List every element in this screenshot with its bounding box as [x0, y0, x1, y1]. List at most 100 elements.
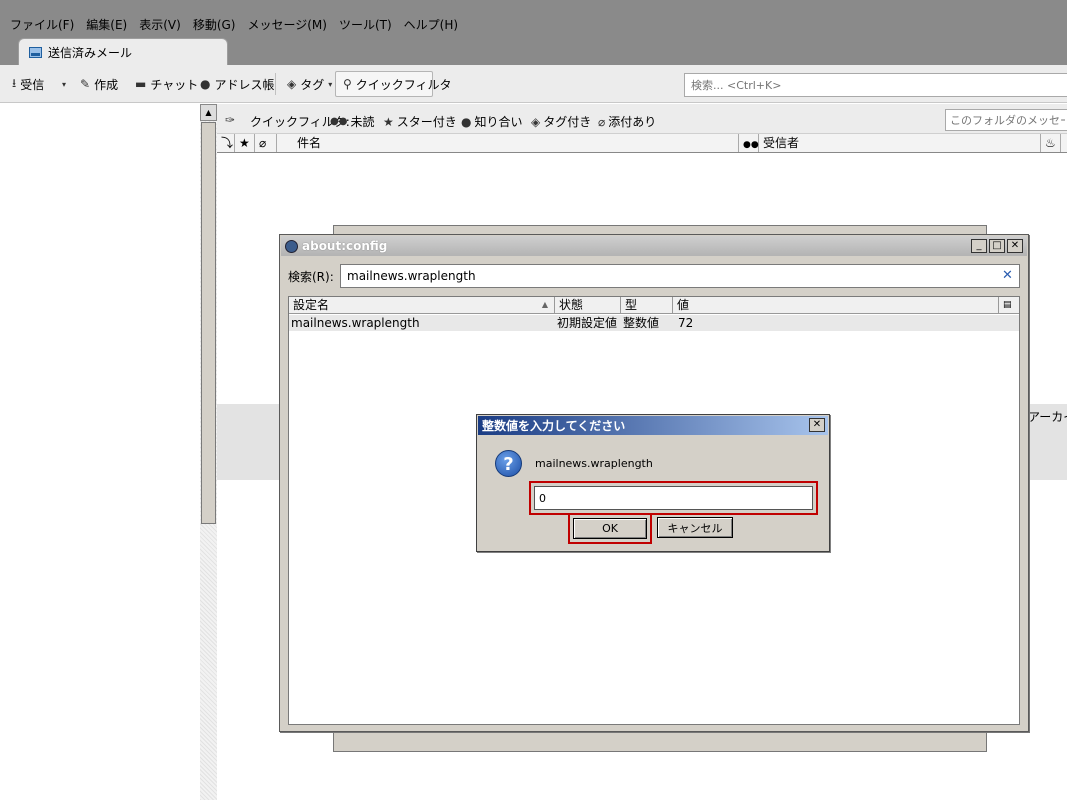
menu-go[interactable]: 移動(G) — [187, 14, 242, 34]
menu-bar: ファイル(F) 編集(E) 表示(V) 移動(G) メッセージ(M) ツール(T… — [4, 14, 464, 34]
column-value-label: 値 — [677, 298, 690, 312]
archive-button-fragment[interactable]: アーカイ — [1028, 408, 1067, 425]
menu-help[interactable]: ヘルプ(H) — [398, 14, 464, 34]
chevron-down-icon: ▾ — [62, 79, 67, 89]
filter-unread-button[interactable]: ●● 未読 — [330, 113, 374, 130]
column-status-label: 状態 — [559, 298, 584, 312]
minimize-button[interactable]: _ — [971, 239, 987, 253]
scrollbar-thumb[interactable] — [201, 122, 216, 524]
cancel-button[interactable]: キャンセル — [657, 517, 733, 538]
column-value[interactable]: 値 — [673, 297, 999, 313]
unread-dot-icon: ●● — [743, 140, 759, 150]
chat-icon: ▬ — [135, 77, 147, 91]
folder-icon — [29, 47, 42, 58]
recipient-column-label: 受信者 — [763, 136, 800, 150]
highlight-frame-input — [529, 481, 818, 515]
question-icon: ? — [495, 450, 522, 477]
star-icon: ★ — [239, 136, 250, 150]
clear-search-icon[interactable]: ✕ — [1002, 268, 1013, 283]
pin-icon: ✑ — [225, 113, 236, 127]
maximize-button[interactable]: □ — [989, 239, 1005, 253]
pencil-icon: ✎ — [80, 77, 91, 91]
menu-view[interactable]: 表示(V) — [133, 14, 187, 34]
menu-file[interactable]: ファイル(F) — [4, 14, 80, 34]
folder-pane[interactable] — [0, 104, 200, 800]
table-row[interactable]: mailnews.wraplength 初期設定値 整数値 72 — [289, 315, 1019, 331]
scroll-up-arrow-icon[interactable]: ▲ — [200, 104, 217, 121]
filter-starred-button[interactable]: ★ スター付き — [383, 113, 457, 130]
unread-column-header[interactable]: ●● — [739, 134, 759, 152]
tab-sent-mail[interactable]: 送信済みメール — [18, 38, 228, 66]
paperclip-icon: ⌀ — [598, 114, 606, 129]
prompt-titlebar[interactable]: 整数値を入力してください ✕ — [478, 416, 828, 435]
get-mail-label: 受信 — [20, 77, 45, 92]
tag-icon: ◈ — [531, 114, 541, 129]
filter-tags-button[interactable]: ◈ タグ付き — [531, 113, 591, 130]
toolbar-separator — [275, 73, 276, 95]
person-icon: ● — [461, 114, 472, 129]
integer-value-input[interactable] — [534, 486, 813, 510]
menu-edit[interactable]: 編集(E) — [80, 14, 133, 34]
column-type[interactable]: 型 — [621, 297, 673, 313]
address-book-label: アドレス帳 — [214, 77, 275, 92]
attachment-column-header[interactable]: ⌀ — [255, 134, 277, 152]
chat-button[interactable]: ▬ チャット — [135, 75, 198, 93]
column-picker-icon[interactable]: ▤ — [999, 297, 1019, 313]
star-icon: ★ — [383, 114, 394, 129]
sticky-filter-pin[interactable]: ✑ — [225, 113, 235, 127]
filter-attachment-label: 添付あり — [608, 115, 657, 129]
menu-tools[interactable]: ツール(T) — [333, 14, 398, 34]
get-mail-dropdown[interactable]: ▾ — [62, 75, 66, 93]
column-type-label: 型 — [625, 298, 638, 312]
chat-label: チャット — [150, 77, 199, 92]
aboutconfig-titlebar[interactable]: about:config _ □ ✕ — [281, 236, 1027, 256]
tab-label: 送信済みメール — [48, 46, 133, 60]
aboutconfig-search-label: 検索(R): — [288, 270, 334, 284]
address-book-button[interactable]: ● アドレス帳 — [200, 75, 275, 93]
quick-filter-label: クイックフィルタ — [355, 77, 452, 92]
window-controls: _ □ ✕ — [971, 239, 1023, 253]
person-icon: ● — [200, 77, 211, 91]
prompt-title: 整数値を入力してください — [482, 419, 626, 433]
global-search-input[interactable] — [684, 73, 1067, 97]
filter-contact-button[interactable]: ● 知り合い — [461, 113, 523, 130]
magnifier-icon: ⚲ — [343, 77, 352, 91]
chevron-down-icon: ▾ — [328, 79, 333, 89]
thunderbird-icon — [285, 239, 298, 253]
sort-ascending-icon: ▲ — [541, 300, 548, 309]
thread-column-header[interactable]: ⤵ — [217, 134, 235, 152]
close-button[interactable]: ✕ — [809, 418, 825, 432]
subject-column-label: 件名 — [297, 136, 322, 150]
aboutconfig-search-input[interactable] — [340, 264, 1020, 288]
junk-column-header[interactable]: ♨ — [1041, 134, 1061, 152]
tab-bar: 送信済みメール — [18, 38, 228, 66]
menu-message[interactable]: メッセージ(M) — [241, 14, 332, 34]
prompt-message: mailnews.wraplength — [535, 457, 653, 470]
get-mail-button[interactable]: ⭳ 受信 — [12, 75, 44, 93]
tag-button[interactable]: ◈ タグ ▾ — [287, 75, 332, 93]
pref-type-cell: 整数値 — [623, 316, 660, 330]
recipient-column-header[interactable]: 受信者 — [759, 134, 1041, 152]
folder-search-input[interactable] — [945, 109, 1067, 131]
write-label: 作成 — [94, 77, 119, 92]
paperclip-icon: ⌀ — [259, 136, 267, 150]
unread-dot-icon: ●● — [330, 116, 348, 127]
quick-filter-bar: ✑ クイックフィルタ: ●● 未読 ★ スター付き ● 知り合い ◈ タグ付き … — [217, 104, 1067, 134]
column-pref-name-label: 設定名 — [293, 298, 330, 312]
filter-tags-label: タグ付き — [543, 115, 592, 129]
subject-column-header[interactable]: 件名 — [277, 134, 739, 152]
close-button[interactable]: ✕ — [1007, 239, 1023, 253]
filter-contact-label: 知り合い — [474, 115, 523, 129]
star-column-header[interactable]: ★ — [235, 134, 255, 152]
filter-unread-label: 未読 — [350, 115, 375, 129]
column-pref-name[interactable]: 設定名 ▲ — [289, 297, 555, 313]
integer-prompt-dialog: 整数値を入力してください ✕ ? mailnews.wraplength OK … — [476, 414, 830, 552]
flame-icon: ♨ — [1045, 136, 1056, 150]
filter-attachment-button[interactable]: ⌀ 添付あり — [598, 113, 656, 130]
column-status[interactable]: 状態 — [555, 297, 621, 313]
write-button[interactable]: ✎ 作成 — [80, 75, 118, 93]
preferences-list-header: 設定名 ▲ 状態 型 値 ▤ — [289, 297, 1019, 314]
highlight-frame-ok: OK — [568, 513, 652, 544]
quick-filter-button[interactable]: ⚲ クイックフィルタ — [343, 75, 452, 93]
ok-button[interactable]: OK — [573, 518, 647, 539]
